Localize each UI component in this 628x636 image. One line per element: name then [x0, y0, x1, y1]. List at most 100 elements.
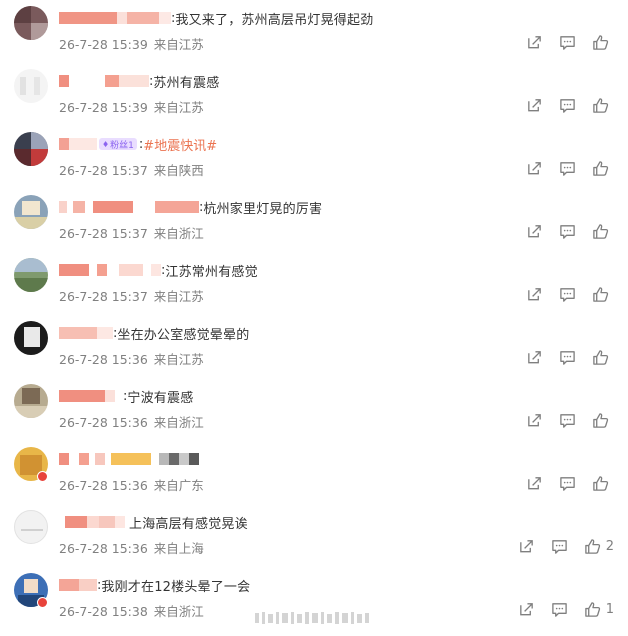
avatar[interactable]: [14, 132, 48, 166]
comment-text: 我又来了，苏州高层吊灯晃得起劲: [175, 12, 374, 28]
comment-button[interactable]: [559, 475, 576, 492]
like-icon: [592, 97, 609, 114]
comment-actions: 1: [502, 597, 614, 621]
share-button[interactable]: [526, 223, 543, 240]
like-icon: [592, 412, 609, 429]
comment-date: 26-7-28 15:36: [59, 415, 148, 430]
comment-text: 我刚才在12楼头晕了一会: [101, 579, 251, 595]
comment-actions: [510, 471, 614, 495]
like-button[interactable]: [592, 97, 614, 114]
comment-button[interactable]: [559, 412, 576, 429]
like-button[interactable]: [592, 223, 614, 240]
verified-badge-icon: [37, 471, 48, 482]
comment-actions: [510, 219, 614, 243]
avatar[interactable]: [14, 321, 48, 355]
share-button[interactable]: [526, 160, 543, 177]
comment-button[interactable]: [559, 286, 576, 303]
share-button[interactable]: [526, 412, 543, 429]
comment-button[interactable]: [559, 349, 576, 366]
share-button[interactable]: [526, 349, 543, 366]
like-button[interactable]: [592, 286, 614, 303]
comment-actions: [510, 156, 614, 180]
comment-text: 宁波有震感: [127, 390, 194, 406]
like-icon: [592, 160, 609, 177]
share-icon: [526, 160, 543, 177]
username-blurred[interactable]: [59, 138, 97, 150]
share-button[interactable]: [526, 475, 543, 492]
comment-button[interactable]: [551, 538, 568, 555]
avatar[interactable]: [14, 195, 48, 229]
username-blurred[interactable]: [59, 453, 199, 465]
like-button[interactable]: [592, 412, 614, 429]
comment-meta: 26-7-28 15:37 来自江苏: [59, 286, 204, 305]
comment-source: 来自浙江: [153, 415, 204, 430]
comment-item: : 江苏常州有感觉 26-7-28 15:37 来自江苏: [0, 252, 628, 315]
like-button[interactable]: [592, 34, 614, 51]
comment-line: [59, 449, 199, 469]
comment-line: : 我刚才在12楼头晕了一会: [59, 575, 250, 595]
comment-meta: 26-7-28 15:37 来自陕西: [59, 160, 204, 179]
comment-source: 来自江苏: [153, 37, 204, 52]
like-icon: [592, 223, 609, 240]
comment-button[interactable]: [559, 34, 576, 51]
comment-actions: [510, 282, 614, 306]
like-button[interactable]: [592, 349, 614, 366]
comment-line: 上海高层有感觉晃诶: [59, 512, 248, 532]
comment-meta: 26-7-28 15:39 来自江苏: [59, 34, 204, 53]
comment-meta: 26-7-28 15:38 来自浙江: [59, 601, 204, 620]
comment-date: 26-7-28 15:36: [59, 541, 148, 556]
username-blurred[interactable]: [59, 264, 161, 276]
like-button[interactable]: 1: [584, 601, 614, 618]
share-icon: [526, 97, 543, 114]
comment-item: : 苏州有震感 26-7-28 15:39 来自江苏: [0, 63, 628, 126]
comment-button[interactable]: [559, 160, 576, 177]
share-button[interactable]: [518, 538, 535, 555]
comment-line: : 江苏常州有感觉: [59, 260, 258, 280]
avatar[interactable]: [14, 6, 48, 40]
username-blurred[interactable]: [59, 201, 199, 213]
comment-date: 26-7-28 15:37: [59, 289, 148, 304]
comment-line: : 苏州有震感: [59, 71, 219, 91]
comment-icon: [551, 538, 568, 555]
comment-meta: 26-7-28 15:36 来自江苏: [59, 349, 204, 368]
comment-date: 26-7-28 15:36: [59, 478, 148, 493]
comment-icon: [559, 34, 576, 51]
comment-text: 杭州家里灯晃的厉害: [203, 201, 323, 217]
comment-meta: 26-7-28 15:36 来自浙江: [59, 412, 204, 431]
like-icon: [592, 349, 609, 366]
like-count: 1: [605, 601, 614, 617]
username-blurred[interactable]: [59, 390, 123, 402]
comment-button[interactable]: [551, 601, 568, 618]
comment-actions: [510, 345, 614, 369]
share-button[interactable]: [526, 286, 543, 303]
comment-meta: 26-7-28 15:39 来自江苏: [59, 97, 204, 116]
comment-date: 26-7-28 15:39: [59, 100, 148, 115]
comment-line: : 宁波有震感: [59, 386, 193, 406]
username-blurred[interactable]: [59, 516, 125, 528]
avatar[interactable]: [14, 69, 48, 103]
username-blurred[interactable]: [59, 327, 113, 339]
comment-source: 来自浙江: [153, 604, 204, 619]
comment-text: 江苏常州有感觉: [165, 264, 258, 280]
share-icon: [526, 475, 543, 492]
comment-button[interactable]: [559, 223, 576, 240]
avatar[interactable]: [14, 510, 48, 544]
share-button[interactable]: [518, 601, 535, 618]
username-blurred[interactable]: [59, 579, 97, 591]
like-button[interactable]: 2: [584, 538, 614, 555]
hashtag-link[interactable]: #地震快讯#: [143, 135, 217, 154]
like-button[interactable]: [592, 475, 614, 492]
like-button[interactable]: [592, 160, 614, 177]
share-button[interactable]: [526, 34, 543, 51]
username-blurred[interactable]: [59, 12, 171, 24]
comment-date: 26-7-28 15:36: [59, 352, 148, 367]
comment-source: 来自江苏: [153, 100, 204, 115]
username-blurred[interactable]: [59, 75, 149, 87]
fans-badge[interactable]: ♦ 粉丝1: [99, 138, 137, 151]
share-button[interactable]: [526, 97, 543, 114]
comment-button[interactable]: [559, 97, 576, 114]
avatar[interactable]: [14, 258, 48, 292]
watermark-blur: [255, 610, 375, 626]
avatar[interactable]: [14, 384, 48, 418]
like-icon: [584, 538, 601, 555]
